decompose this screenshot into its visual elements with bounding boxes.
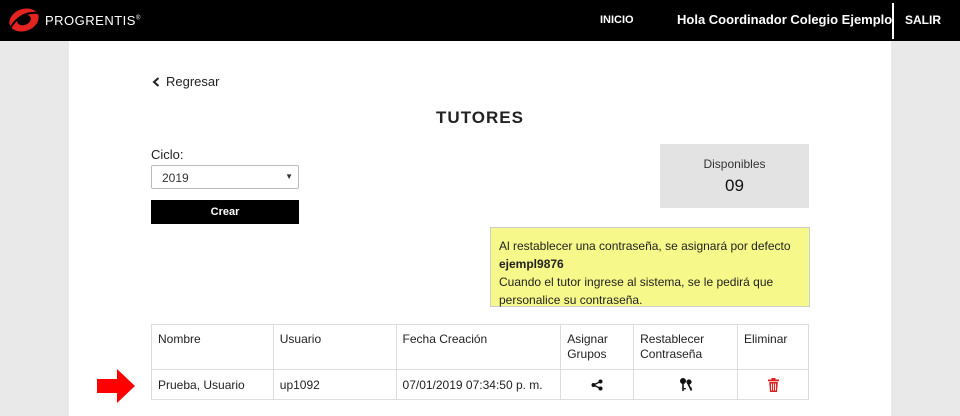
caret-down-icon: ▼ — [285, 172, 293, 181]
top-navbar: PROGRENTIS® INICIO Hola Coordinador Cole… — [0, 0, 960, 41]
progrentis-logo-icon — [9, 8, 40, 32]
notice-line-2: Cuando el tutor ingrese al sistema, se l… — [499, 275, 774, 307]
col-asignar-grupos: Asignar Grupos — [560, 324, 635, 370]
user-greeting: Hola Coordinador Colegio Ejemplo — [677, 12, 893, 27]
col-eliminar: Eliminar — [737, 324, 809, 370]
nav-inicio-link[interactable]: INICIO — [600, 14, 634, 26]
keys-icon[interactable] — [679, 377, 693, 392]
brand-name: PROGRENTIS® — [45, 12, 141, 28]
cell-asignar — [560, 368, 635, 401]
cell-eliminar — [737, 368, 809, 401]
back-link[interactable]: Regresar — [152, 74, 219, 89]
cell-nombre: Prueba, Usuario — [151, 368, 274, 401]
col-nombre: Nombre — [151, 324, 274, 370]
ciclo-select[interactable]: 2019 ▼ — [151, 165, 299, 189]
cell-fecha: 07/01/2019 07:34:50 p. m. — [395, 368, 562, 401]
nav-divider — [892, 3, 894, 39]
notice-default-password: ejempl9876 — [499, 257, 564, 271]
back-label: Regresar — [166, 74, 220, 89]
table-header-row: Nombre Usuario Fecha Creación Asignar Gru… — [151, 324, 809, 370]
password-notice: Al restablecer una contraseña, se asigna… — [490, 227, 810, 307]
arrow-right-icon — [97, 369, 135, 403]
ciclo-label: Ciclo: — [151, 147, 184, 162]
disponibles-count: 09 — [725, 176, 744, 195]
chevron-left-icon — [152, 76, 160, 87]
col-usuario: Usuario — [272, 324, 397, 370]
trash-icon[interactable] — [767, 378, 779, 393]
disponibles-box: Disponibles 09 — [660, 144, 809, 208]
brand-logo[interactable]: PROGRENTIS® — [7, 6, 141, 34]
tutores-table: Nombre Usuario Fecha Creación Asignar Gru… — [151, 324, 809, 401]
notice-line-1: Al restablecer una contraseña, se asigna… — [499, 239, 791, 253]
cell-usuario: up1092 — [272, 368, 397, 401]
col-fecha-creacion: Fecha Creación — [395, 324, 562, 370]
col-restablecer-contrasena: Restablecer Contraseña — [633, 324, 739, 370]
table-row: Prueba, Usuario up1092 07/01/2019 07:34:… — [151, 368, 809, 401]
disponibles-label: Disponibles — [703, 157, 766, 171]
ciclo-selected-value: 2019 — [162, 171, 189, 185]
cell-restablecer — [633, 368, 739, 401]
share-icon[interactable] — [591, 379, 603, 391]
crear-button[interactable]: Crear — [151, 200, 299, 224]
logout-link[interactable]: SALIR — [905, 13, 941, 27]
page-title: TUTORES — [436, 108, 524, 127]
